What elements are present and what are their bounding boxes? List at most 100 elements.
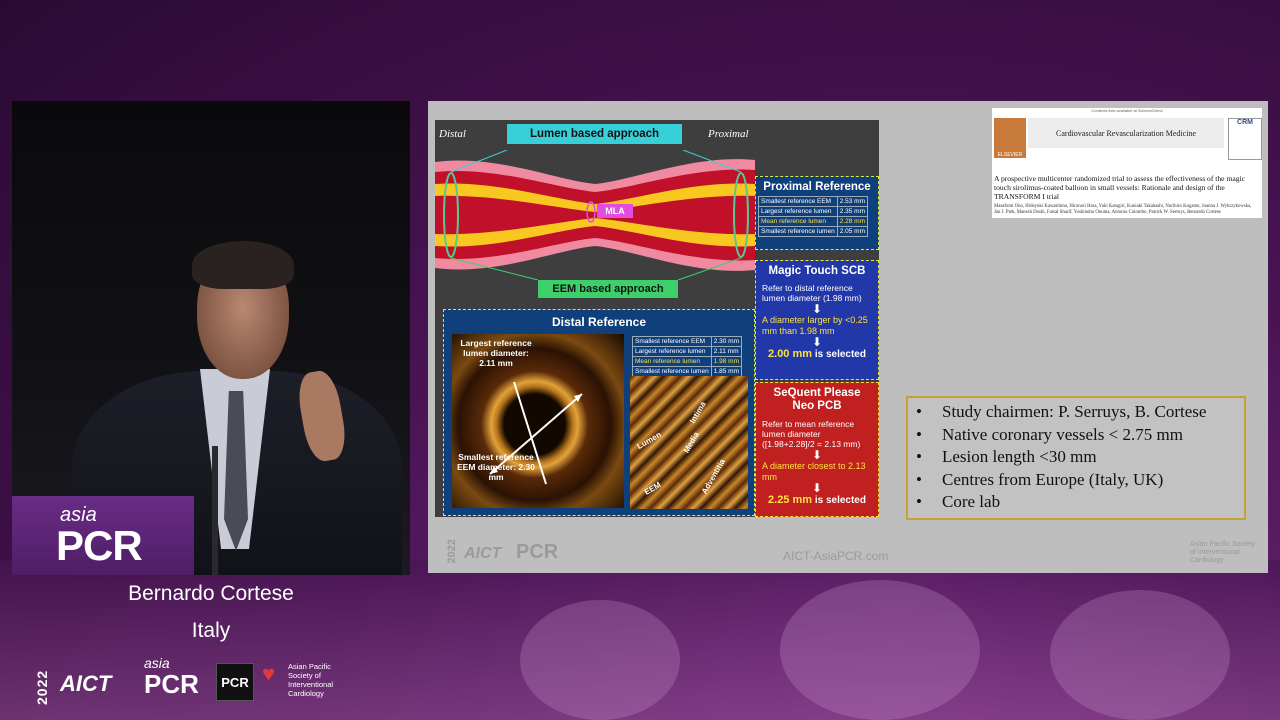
- slide-footer: 2022 AICT PCR AICT-AsiaPCR.com Asian Pac…: [428, 533, 1268, 573]
- table-row: Smallest reference EEM 2.30 mm: [632, 336, 743, 347]
- bullet-text: Study chairmen: P. Serruys, B. Cortese: [942, 402, 1207, 421]
- footer-pcr-logo: PCR: [516, 541, 559, 563]
- pcr-box-logo: PCR: [216, 663, 254, 701]
- event-year: 2022: [34, 669, 50, 705]
- pcr-logo: PCR: [144, 669, 199, 699]
- table-cell: Mean reference lumen: [632, 356, 712, 367]
- elsevier-logo: ELSEVIER: [994, 118, 1026, 158]
- list-item: • Core lab: [908, 491, 1244, 514]
- table-row: Smallest reference lumen 2.05 mm: [758, 226, 869, 237]
- scb-result-suffix: is selected: [812, 349, 866, 360]
- journal-paper-card: Contents lists available at ScienceDirec…: [992, 108, 1262, 218]
- table-cell: Smallest reference EEM: [758, 196, 838, 207]
- distal-reference-table: Smallest reference EEM 2.30 mm Largest re…: [632, 336, 743, 377]
- table-row: Mean reference lumen 2.28 mm: [758, 216, 869, 227]
- podium: asia PCR: [12, 496, 194, 575]
- eem-approach-badge: EEM based approach: [538, 280, 678, 298]
- bullet-text: Native coronary vessels < 2.75 mm: [942, 424, 1183, 444]
- oct-cross-section-image: Largest reference lumen diameter: 2.11 m…: [452, 334, 624, 508]
- table-cell: 2.53 mm: [836, 196, 869, 207]
- arrow-down-icon: ⬇: [811, 448, 823, 462]
- table-cell: Smallest reference lumen: [632, 366, 712, 377]
- table-cell: 2.11 mm: [710, 346, 743, 357]
- label-distal: Distal: [439, 128, 466, 140]
- layer-label-eem: EEM: [642, 480, 663, 497]
- vessel-illustration: [435, 150, 755, 280]
- list-item: • Lesion length <30 mm: [908, 446, 1244, 469]
- table-cell: Smallest reference lumen: [758, 226, 838, 237]
- table-cell: 2.30 mm: [710, 336, 743, 347]
- pcb-result: 2.25 mm is selected: [756, 494, 878, 506]
- bullet-icon: •: [916, 469, 922, 489]
- table-cell: Smallest reference EEM: [632, 336, 712, 347]
- bullet-list: • Study chairmen: P. Serruys, B. Cortese …: [908, 398, 1244, 514]
- heart-icon: ♥: [262, 661, 276, 686]
- arrow-down-icon: ⬇: [811, 302, 823, 316]
- distal-reference-box: Distal Reference Largest reference lumen…: [443, 309, 755, 516]
- table-cell: 1.98 mm: [710, 356, 743, 367]
- table-cell: 1.85 mm: [710, 366, 743, 377]
- layer-label-lumen: Lumen: [635, 430, 663, 451]
- layer-label-intima: Intima: [687, 400, 708, 425]
- table-cell: Largest reference lumen: [758, 206, 838, 217]
- footer-aict-logo: AICT: [464, 545, 502, 562]
- arrow-down-icon: ⬇: [811, 481, 823, 495]
- bullet-text: Centres from Europe (Italy, UK): [942, 469, 1164, 489]
- bullet-text: Lesion length <30 mm: [942, 447, 1097, 466]
- pcb-title: SeQuent Please Neo PCB: [773, 387, 861, 412]
- table-cell: 2.35 mm: [836, 206, 869, 217]
- pcb-result-suffix: is selected: [812, 495, 866, 506]
- scb-text-1: Refer to distal reference lumen diameter…: [762, 283, 862, 303]
- event-logos: 2022 AICT asia PCR PCR ♥ Asian Pacific S…: [34, 655, 354, 705]
- table-cell: 2.28 mm: [836, 216, 869, 227]
- proximal-reference-box: Proximal Reference Smallest reference EE…: [755, 176, 879, 250]
- microphone: [212, 446, 218, 575]
- paper-authors: Masafumi Ono, Hideyuki Kawashima, Hirono…: [994, 204, 1252, 215]
- layer-label-adventitia: Adventitia: [699, 457, 727, 496]
- layer-label-media: Media: [681, 430, 701, 455]
- trial-bullets-box: • Study chairmen: P. Serruys, B. Cortese …: [906, 396, 1246, 520]
- bullet-icon: •: [916, 492, 922, 511]
- bullet-icon: •: [916, 402, 922, 421]
- table-row: Largest reference lumen 2.35 mm: [758, 206, 869, 217]
- bullet-text: Core lab: [942, 492, 1001, 511]
- table-row: Mean reference lumen 1.98 mm: [632, 356, 743, 367]
- proximal-reference-table: Smallest reference EEM 2.53 mm Largest re…: [758, 196, 869, 237]
- list-item: • Study chairmen: P. Serruys, B. Cortese: [908, 401, 1244, 424]
- speaker-country: Italy: [191, 619, 231, 642]
- table-cell: 2.05 mm: [836, 226, 869, 237]
- bullet-icon: •: [916, 424, 922, 444]
- table-cell: Largest reference lumen: [632, 346, 712, 357]
- label-proximal: Proximal: [708, 128, 749, 140]
- scb-result-value: 2.00 mm: [768, 348, 813, 360]
- largest-lumen-label: Largest reference lumen diameter: 2.11 m…: [460, 338, 532, 368]
- scb-result: 2.00 mm is selected: [756, 348, 878, 360]
- crm-logo: CRM: [1228, 118, 1262, 160]
- paper-top-line: Contents lists available at ScienceDirec…: [1091, 108, 1163, 113]
- table-row: Largest reference lumen 2.11 mm: [632, 346, 743, 357]
- lumen-approach-badge: Lumen based approach: [507, 124, 682, 144]
- magic-touch-scb-box: Magic Touch SCB Refer to distal referenc…: [755, 260, 879, 380]
- sequent-please-pcb-box: SeQuent Please Neo PCB Refer to mean ref…: [755, 382, 879, 517]
- table-row: Smallest reference lumen 1.85 mm: [632, 366, 743, 377]
- bullet-icon: •: [916, 447, 922, 466]
- journal-name: Cardiovascular Revascularization Medicin…: [1028, 118, 1224, 148]
- presentation-slide: Distal Proximal Lumen based approach MLA…: [428, 101, 1268, 573]
- smallest-eem-label: Smallest reference EEM diameter: 2.30 mm: [457, 452, 535, 482]
- speaker-hair: [192, 241, 294, 289]
- pcb-text-1: Refer to mean reference lumen diameter (…: [762, 419, 861, 449]
- list-item: • Centres from Europe (Italy, UK): [908, 469, 1244, 492]
- podium-pcr-text: PCR: [56, 522, 143, 569]
- society-logo-text: Asian Pacific Society of Interventional …: [288, 662, 334, 698]
- distal-reference-title: Distal Reference: [551, 315, 647, 329]
- oct-magnified-image: Lumen Intima Media Adventitia EEM: [630, 376, 748, 509]
- paper-title: A prospective multicenter randomized tri…: [994, 174, 1246, 201]
- scb-text-2: A diameter larger by <0.25 mm than 1.98 …: [762, 315, 868, 336]
- table-row: Smallest reference EEM 2.53 mm: [758, 196, 869, 207]
- footer-url: AICT-AsiaPCR.com: [783, 549, 889, 563]
- mla-badge: MLA: [597, 204, 633, 218]
- aict-logo: AICT: [60, 671, 112, 696]
- balloon-sizing-diagram: Distal Proximal Lumen based approach MLA…: [435, 120, 879, 517]
- speaker-video: asia PCR: [12, 101, 410, 575]
- table-cell: Mean reference lumen: [758, 216, 838, 227]
